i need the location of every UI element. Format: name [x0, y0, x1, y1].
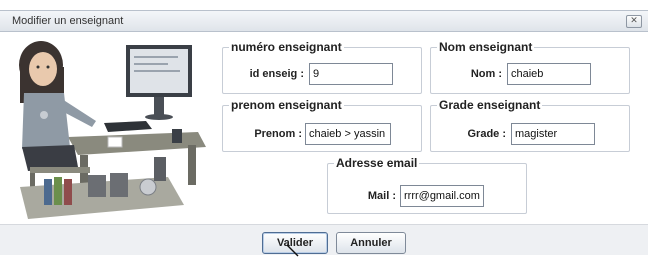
group-email-legend: Adresse email: [336, 156, 418, 170]
nom-input[interactable]: [507, 63, 591, 85]
nom-label: Nom :: [470, 68, 502, 80]
grade-label: Grade :: [467, 128, 506, 140]
dialog-content: numéro enseignant id enseig : Nom enseig…: [0, 33, 648, 255]
mouse-cursor-icon: [286, 244, 299, 257]
group-nom-legend: Nom enseignant: [439, 40, 533, 54]
id-label: id enseig :: [249, 68, 304, 80]
mail-label: Mail :: [367, 190, 396, 202]
group-grade-legend: Grade enseignant: [439, 98, 541, 112]
group-prenom-legend: prenom enseignant: [231, 98, 342, 112]
grade-input[interactable]: [511, 123, 595, 145]
edit-teacher-dialog: Modifier un enseignant ✕ numéro enseigna…: [0, 0, 648, 257]
title-bar: Modifier un enseignant ✕: [0, 10, 648, 32]
dialog-title: Modifier un enseignant: [12, 15, 124, 27]
id-input[interactable]: [309, 63, 393, 85]
prenom-label: Prenom :: [254, 128, 302, 140]
prenom-input[interactable]: [305, 123, 391, 145]
close-icon[interactable]: ✕: [626, 15, 642, 28]
group-numero-legend: numéro enseignant: [231, 40, 342, 54]
teacher-desk-illustration: [19, 41, 206, 219]
mail-input[interactable]: [400, 185, 484, 207]
annuler-button[interactable]: Annuler: [336, 232, 406, 254]
